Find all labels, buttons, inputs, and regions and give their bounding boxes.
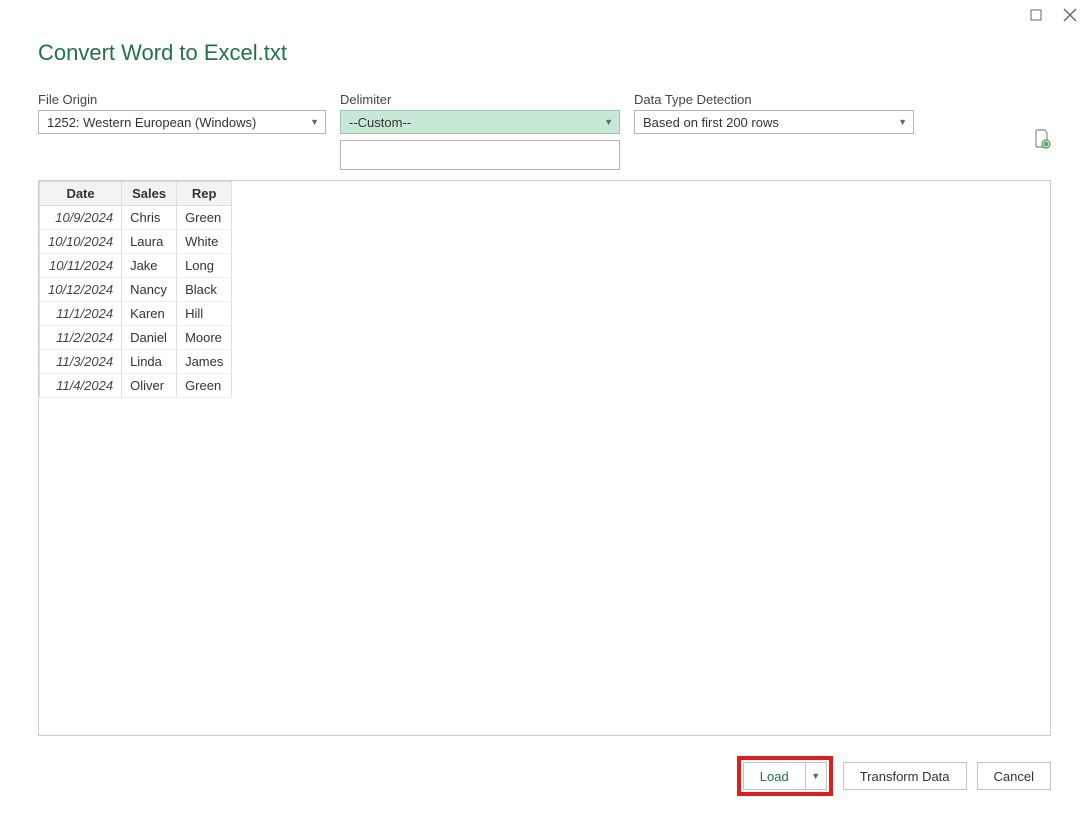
dialog-title: Convert Word to Excel.txt [38,40,1051,66]
load-dropdown-button[interactable]: ▼ [806,763,826,789]
delimiter-label: Delimiter [340,92,620,107]
preview-pane: DateSalesRep 10/9/2024ChrisGreen10/10/20… [38,180,1051,736]
file-origin-value: 1252: Western European (Windows) [47,115,256,130]
table-row: 10/10/2024LauraWhite [40,230,232,254]
data-type-label: Data Type Detection [634,92,914,107]
load-button[interactable]: Load [744,763,806,789]
cell-sales: Oliver [122,374,177,398]
cell-rep: Long [177,254,232,278]
load-highlight: Load ▼ [737,756,833,796]
column-header: Rep [177,182,232,206]
cell-sales: Jake [122,254,177,278]
cell-rep: James [177,350,232,374]
cell-rep: Hill [177,302,232,326]
table-row: 11/2/2024DanielMoore [40,326,232,350]
cell-date: 10/11/2024 [40,254,122,278]
cell-date: 11/1/2024 [40,302,122,326]
table-row: 11/1/2024KarenHill [40,302,232,326]
cell-rep: White [177,230,232,254]
cell-date: 10/10/2024 [40,230,122,254]
delimiter-select[interactable]: --Custom-- ▼ [340,110,620,134]
table-row: 10/9/2024ChrisGreen [40,206,232,230]
cell-sales: Nancy [122,278,177,302]
table-row: 10/11/2024JakeLong [40,254,232,278]
transform-data-button[interactable]: Transform Data [843,762,967,790]
custom-delimiter-input[interactable] [340,140,620,170]
cell-sales: Chris [122,206,177,230]
cell-rep: Green [177,206,232,230]
delimiter-value: --Custom-- [349,115,411,130]
cell-rep: Green [177,374,232,398]
cell-rep: Moore [177,326,232,350]
cell-rep: Black [177,278,232,302]
close-button[interactable] [1063,8,1077,22]
table-row: 11/3/2024LindaJames [40,350,232,374]
data-type-select[interactable]: Based on first 200 rows ▼ [634,110,914,134]
column-header: Date [40,182,122,206]
file-origin-label: File Origin [38,92,326,107]
cell-date: 11/3/2024 [40,350,122,374]
table-row: 10/12/2024NancyBlack [40,278,232,302]
cell-sales: Laura [122,230,177,254]
cell-sales: Karen [122,302,177,326]
load-split-button: Load ▼ [743,762,827,790]
chevron-down-icon: ▼ [898,117,907,127]
column-header: Sales [122,182,177,206]
preview-table: DateSalesRep 10/9/2024ChrisGreen10/10/20… [39,181,232,398]
cancel-button[interactable]: Cancel [977,762,1051,790]
cell-date: 10/12/2024 [40,278,122,302]
cell-date: 11/4/2024 [40,374,122,398]
chevron-down-icon: ▼ [310,117,319,127]
maximize-button[interactable] [1029,8,1043,22]
settings-icon[interactable] [1033,129,1051,152]
cell-sales: Linda [122,350,177,374]
cell-sales: Daniel [122,326,177,350]
chevron-down-icon: ▼ [604,117,613,127]
cell-date: 11/2/2024 [40,326,122,350]
table-row: 11/4/2024OliverGreen [40,374,232,398]
data-type-value: Based on first 200 rows [643,115,779,130]
cell-date: 10/9/2024 [40,206,122,230]
file-origin-select[interactable]: 1252: Western European (Windows) ▼ [38,110,326,134]
